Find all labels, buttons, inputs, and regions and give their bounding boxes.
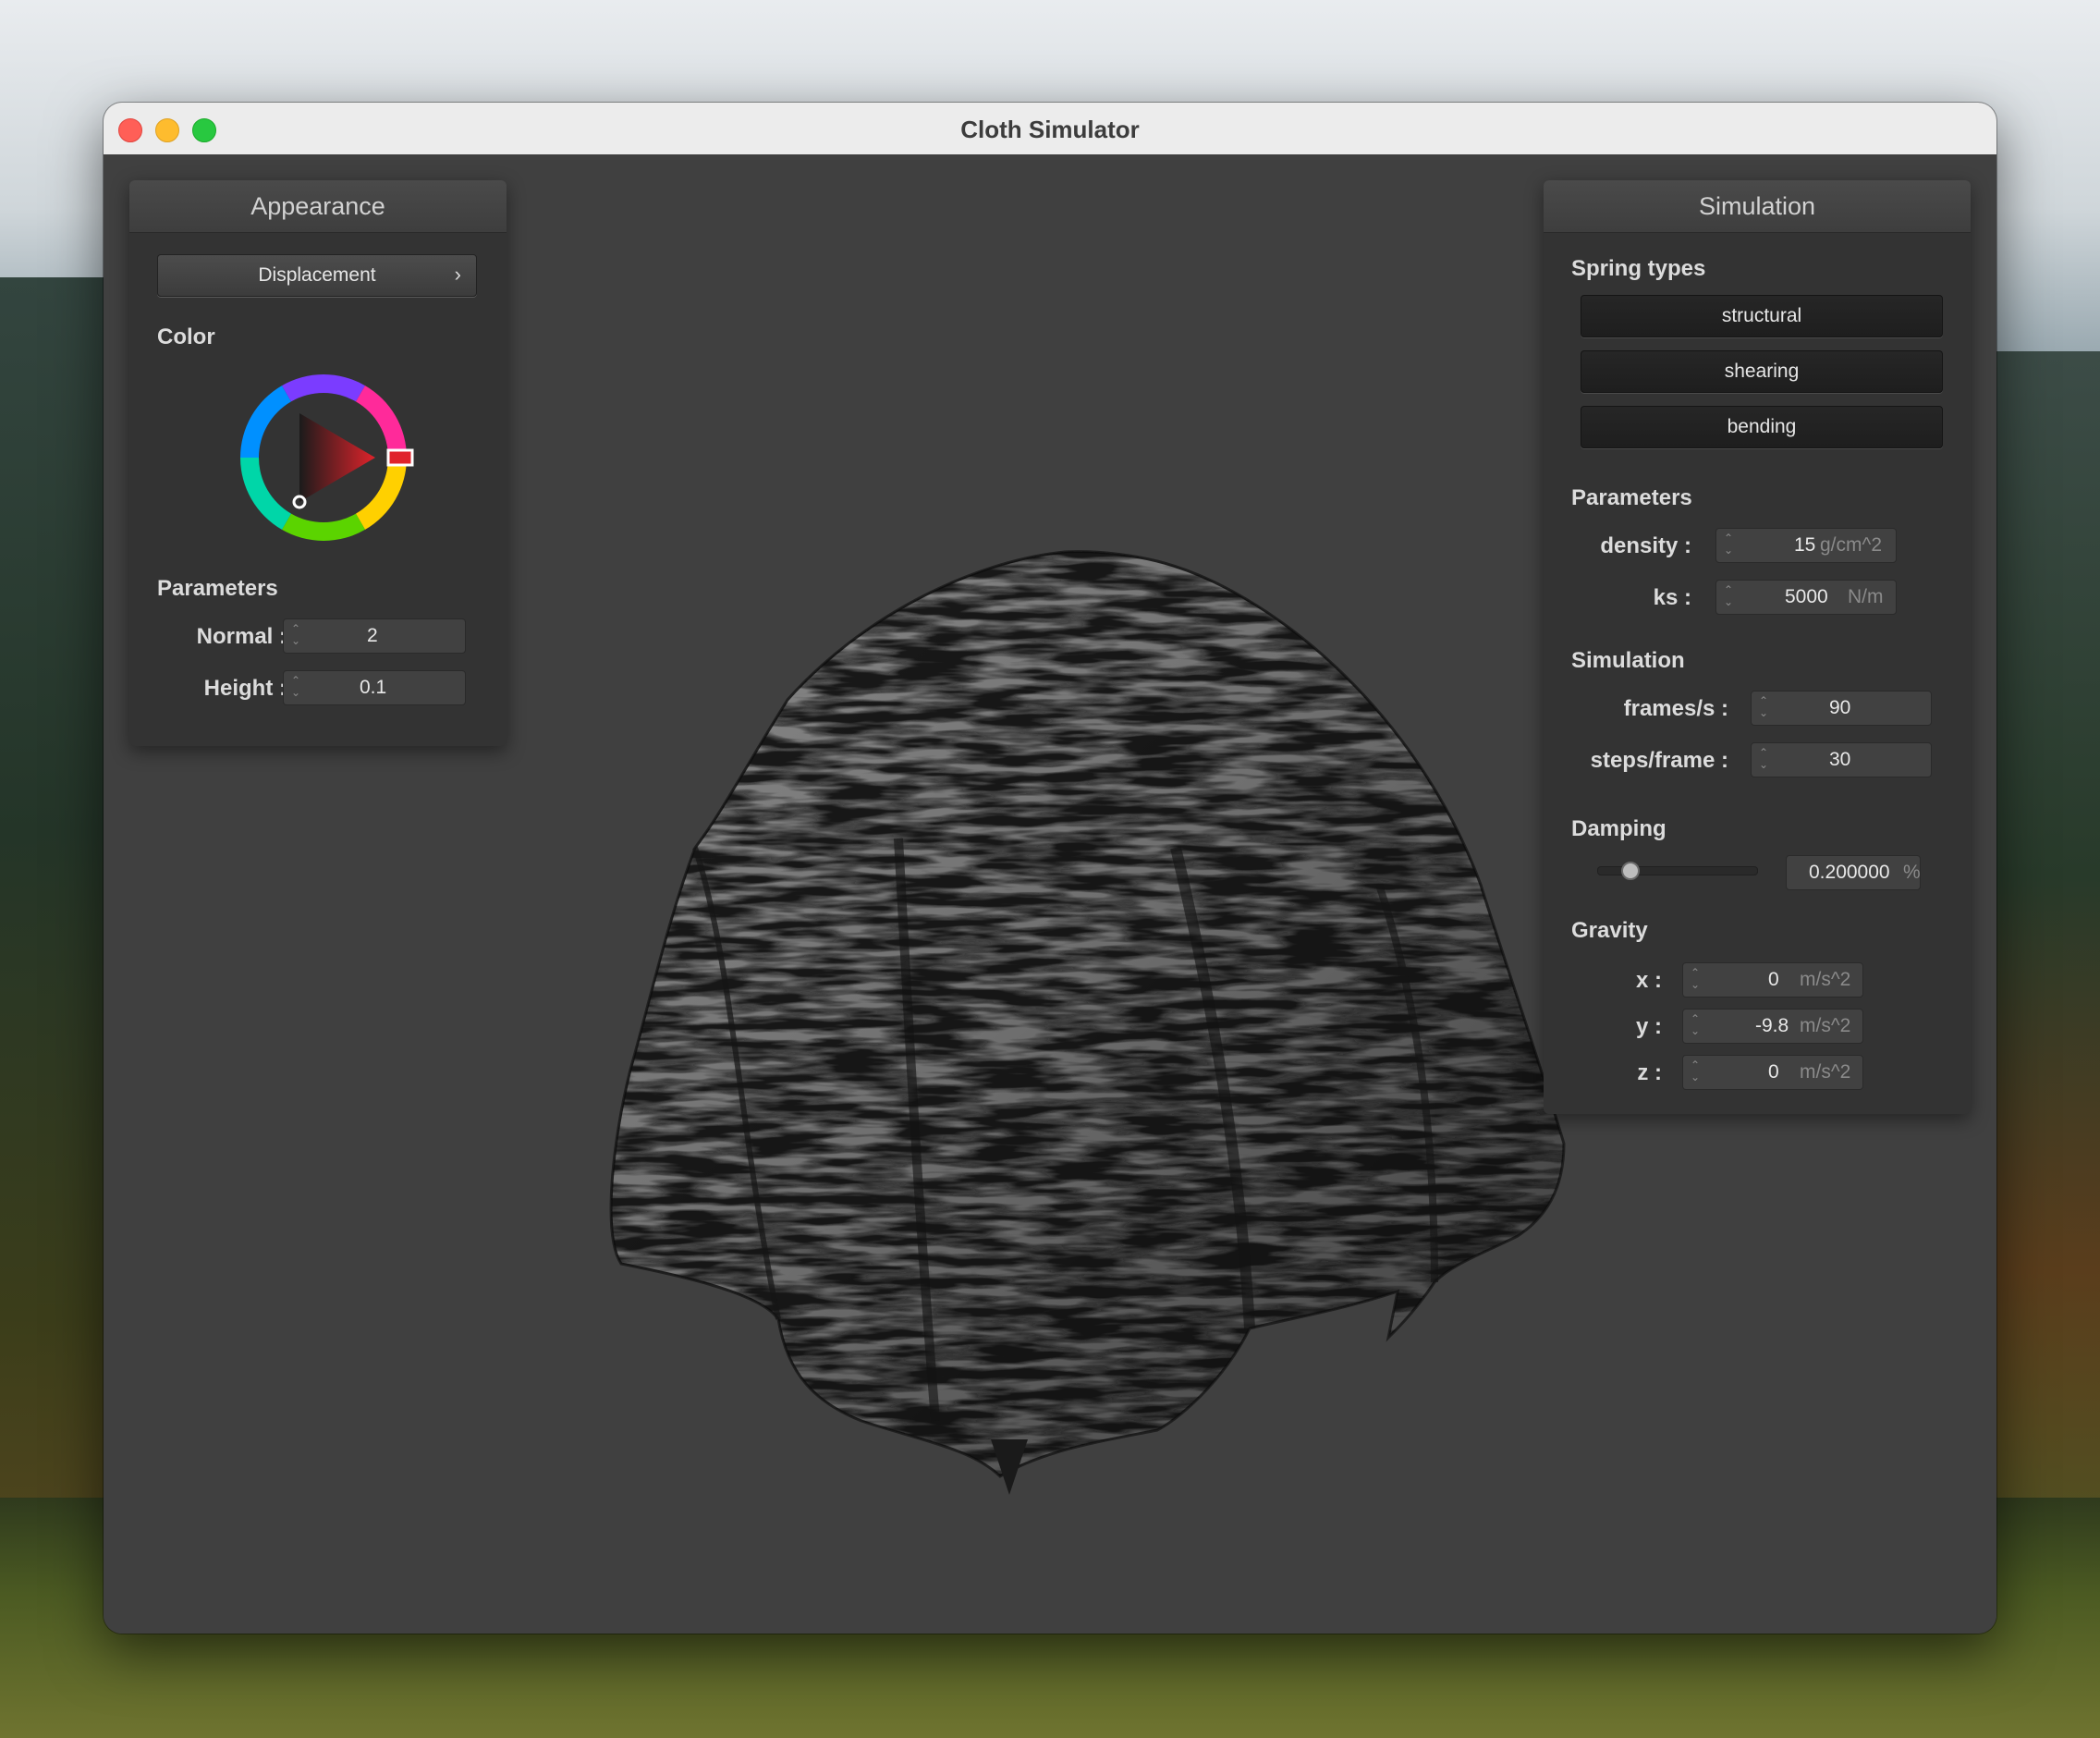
stepper-icon[interactable]: ⌃ ⌄ bbox=[1757, 747, 1770, 773]
ks-label: ks : bbox=[1653, 585, 1691, 610]
app-window: Cloth Simulator Appearance Displacement … bbox=[104, 103, 1996, 1634]
chevron-right-icon: › bbox=[454, 263, 461, 286]
stepper-icon[interactable]: ⌃ ⌄ bbox=[1757, 695, 1770, 721]
cloth-render[interactable] bbox=[510, 404, 1601, 1513]
damping-slider-knob[interactable] bbox=[1621, 862, 1641, 880]
spring-types-title: Spring types bbox=[1571, 256, 1706, 281]
3d-viewport[interactable]: Appearance Displacement › Color Paramete… bbox=[104, 154, 1996, 1634]
shader-select-label: Displacement bbox=[258, 264, 376, 286]
stepper-icon[interactable]: ⌃ ⌄ bbox=[289, 623, 302, 649]
title-bar: Cloth Simulator bbox=[104, 103, 1996, 155]
stepper-icon[interactable]: ⌃ ⌄ bbox=[1689, 967, 1702, 993]
simulation-panel: Simulation Spring types structural shear… bbox=[1544, 180, 1971, 1114]
gravity-x-label: x : bbox=[1635, 968, 1662, 993]
height-label: Height : bbox=[203, 676, 287, 701]
shearing-toggle[interactable]: shearing bbox=[1581, 350, 1943, 393]
gravity-x-input[interactable]: ⌃ ⌄ 0 m/s^2 bbox=[1682, 962, 1863, 998]
damping-title: Damping bbox=[1571, 816, 1667, 841]
gravity-y-input[interactable]: ⌃ ⌄ -9.8 m/s^2 bbox=[1682, 1009, 1863, 1044]
hue-selector-handle[interactable] bbox=[386, 448, 414, 467]
density-label: density : bbox=[1600, 533, 1691, 558]
color-wheel[interactable] bbox=[231, 365, 416, 550]
gravity-z-label: z : bbox=[1637, 1060, 1662, 1085]
normal-label: Normal : bbox=[196, 624, 287, 649]
window-title: Cloth Simulator bbox=[960, 116, 1140, 143]
normal-input[interactable]: ⌃ ⌄ 2 bbox=[283, 618, 466, 654]
ks-input[interactable]: ⌃ ⌄ 5000 N/m bbox=[1715, 580, 1897, 615]
simulation-section-title: Simulation bbox=[1571, 648, 1685, 673]
wallpaper-right bbox=[1989, 351, 2100, 1664]
steps-input[interactable]: ⌃ ⌄ 30 bbox=[1751, 742, 1932, 777]
stepper-icon[interactable]: ⌃ ⌄ bbox=[1722, 532, 1735, 558]
height-input[interactable]: ⌃ ⌄ 0.1 bbox=[283, 670, 466, 705]
appearance-panel: Appearance Displacement › Color Paramete… bbox=[129, 180, 507, 746]
appearance-params-title: Parameters bbox=[157, 576, 278, 601]
color-section-title: Color bbox=[157, 324, 215, 349]
color-triangle[interactable] bbox=[299, 413, 375, 502]
gravity-title: Gravity bbox=[1571, 918, 1648, 943]
damping-value-box[interactable]: 0.200000 % bbox=[1786, 855, 1921, 890]
stepper-icon[interactable]: ⌃ ⌄ bbox=[1689, 1059, 1702, 1085]
fps-input[interactable]: ⌃ ⌄ 90 bbox=[1751, 691, 1932, 726]
gravity-y-label: y : bbox=[1635, 1014, 1662, 1039]
simulation-panel-header: Simulation bbox=[1544, 180, 1971, 233]
sim-params-title: Parameters bbox=[1571, 485, 1692, 510]
stepper-icon[interactable]: ⌃ ⌄ bbox=[1722, 584, 1735, 610]
wallpaper-left bbox=[0, 277, 111, 1664]
fps-label: frames/s : bbox=[1623, 696, 1728, 721]
stepper-icon[interactable]: ⌃ ⌄ bbox=[289, 675, 302, 701]
density-input[interactable]: ⌃ ⌄ 15 g/cm^2 bbox=[1715, 528, 1897, 563]
shader-select-button[interactable]: Displacement › bbox=[157, 254, 477, 297]
stepper-icon[interactable]: ⌃ ⌄ bbox=[1689, 1013, 1702, 1039]
bending-toggle[interactable]: bending bbox=[1581, 406, 1943, 448]
gravity-z-input[interactable]: ⌃ ⌄ 0 m/s^2 bbox=[1682, 1055, 1863, 1090]
steps-label: steps/frame : bbox=[1590, 748, 1728, 773]
appearance-panel-header: Appearance bbox=[129, 180, 507, 233]
structural-toggle[interactable]: structural bbox=[1581, 295, 1943, 337]
